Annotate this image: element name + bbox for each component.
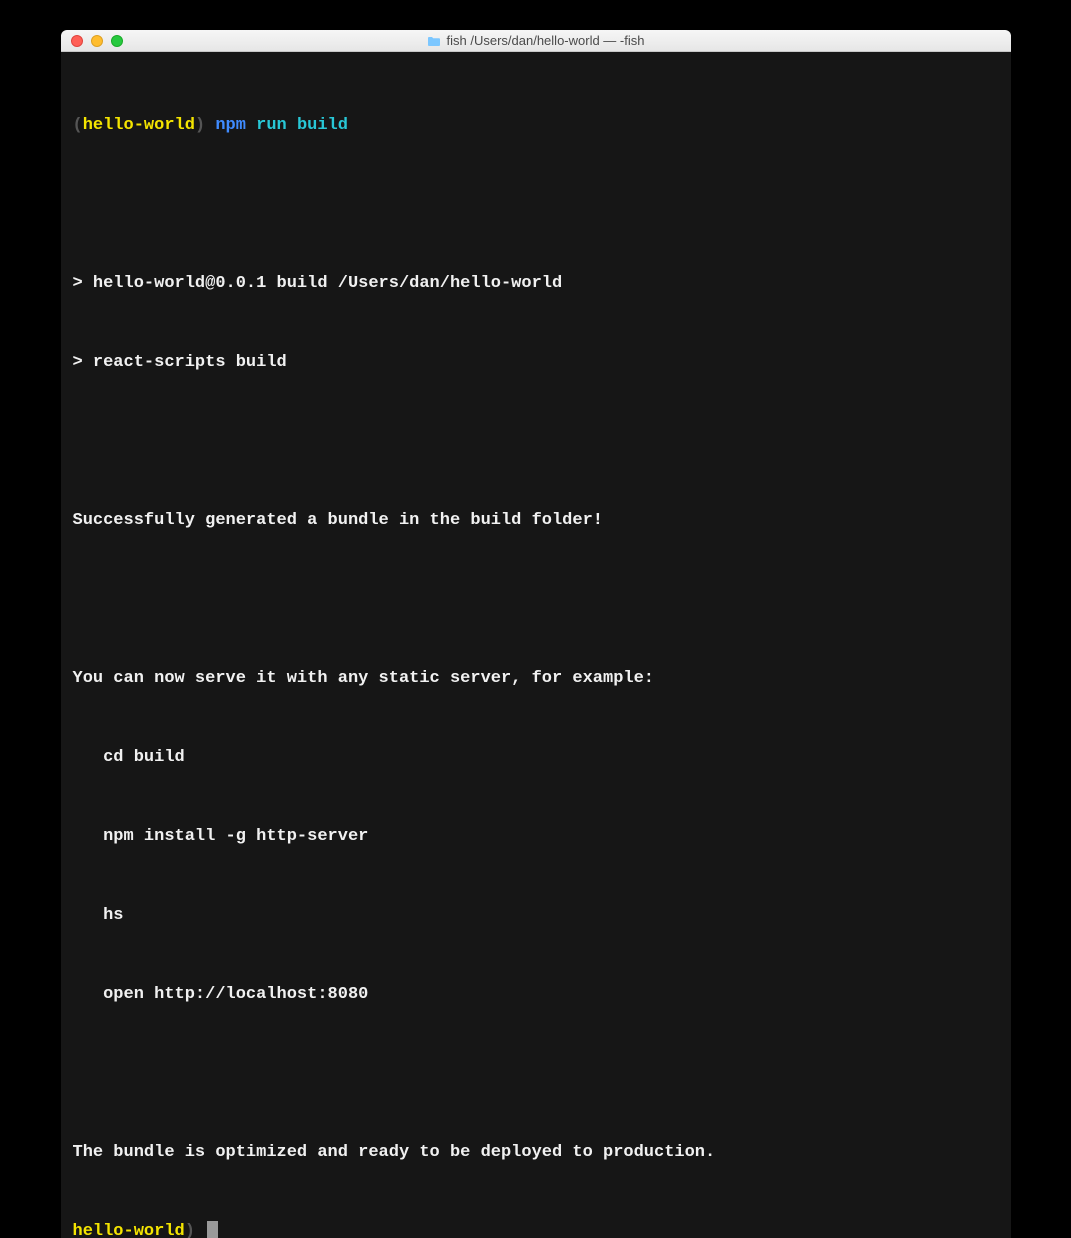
output-blank (73, 587, 999, 613)
output-line: hs (73, 903, 999, 929)
terminal-window: fish /Users/dan/hello-world — -fish (hel… (61, 30, 1011, 1238)
terminal-body[interactable]: (hello-world) npm run build > hello-worl… (61, 52, 1011, 1238)
window-title: fish /Users/dan/hello-world — -fish (61, 33, 1011, 48)
output-line: > hello-world@0.0.1 build /Users/dan/hel… (73, 271, 999, 297)
cmd-run: run (256, 116, 287, 135)
window-titlebar: fish /Users/dan/hello-world — -fish (61, 30, 1011, 52)
prompt-close-bracket: ) (195, 116, 205, 135)
maximize-button[interactable] (111, 35, 123, 47)
prompt-open-bracket: ( (73, 116, 83, 135)
output-line: open http://localhost:8080 (73, 982, 999, 1008)
window-title-text: fish /Users/dan/hello-world — -fish (447, 33, 645, 48)
output-line: Successfully generated a bundle in the b… (73, 508, 999, 534)
output-line: > react-scripts build (73, 350, 999, 376)
traffic-lights (61, 35, 123, 47)
prompt-dir: hello-world (73, 1222, 185, 1238)
output-line: cd build (73, 745, 999, 771)
output-line: npm install -g http-server (73, 824, 999, 850)
minimize-button[interactable] (91, 35, 103, 47)
folder-icon (427, 35, 441, 46)
prompt-dir: hello-world (83, 116, 195, 135)
cmd-npm: npm (215, 116, 246, 135)
output-blank (73, 429, 999, 455)
cursor (207, 1221, 218, 1238)
close-button[interactable] (71, 35, 83, 47)
output-line: You can now serve it with any static ser… (73, 666, 999, 692)
prompt-line-1: (hello-world) npm run build (73, 113, 999, 139)
prompt-close-bracket: ) (185, 1222, 195, 1238)
prompt-line-2: hello-world) (73, 1219, 999, 1238)
output-line: The bundle is optimized and ready to be … (73, 1140, 999, 1166)
cmd-build: build (297, 116, 348, 135)
output-blank (73, 1061, 999, 1087)
output-blank (73, 192, 999, 218)
